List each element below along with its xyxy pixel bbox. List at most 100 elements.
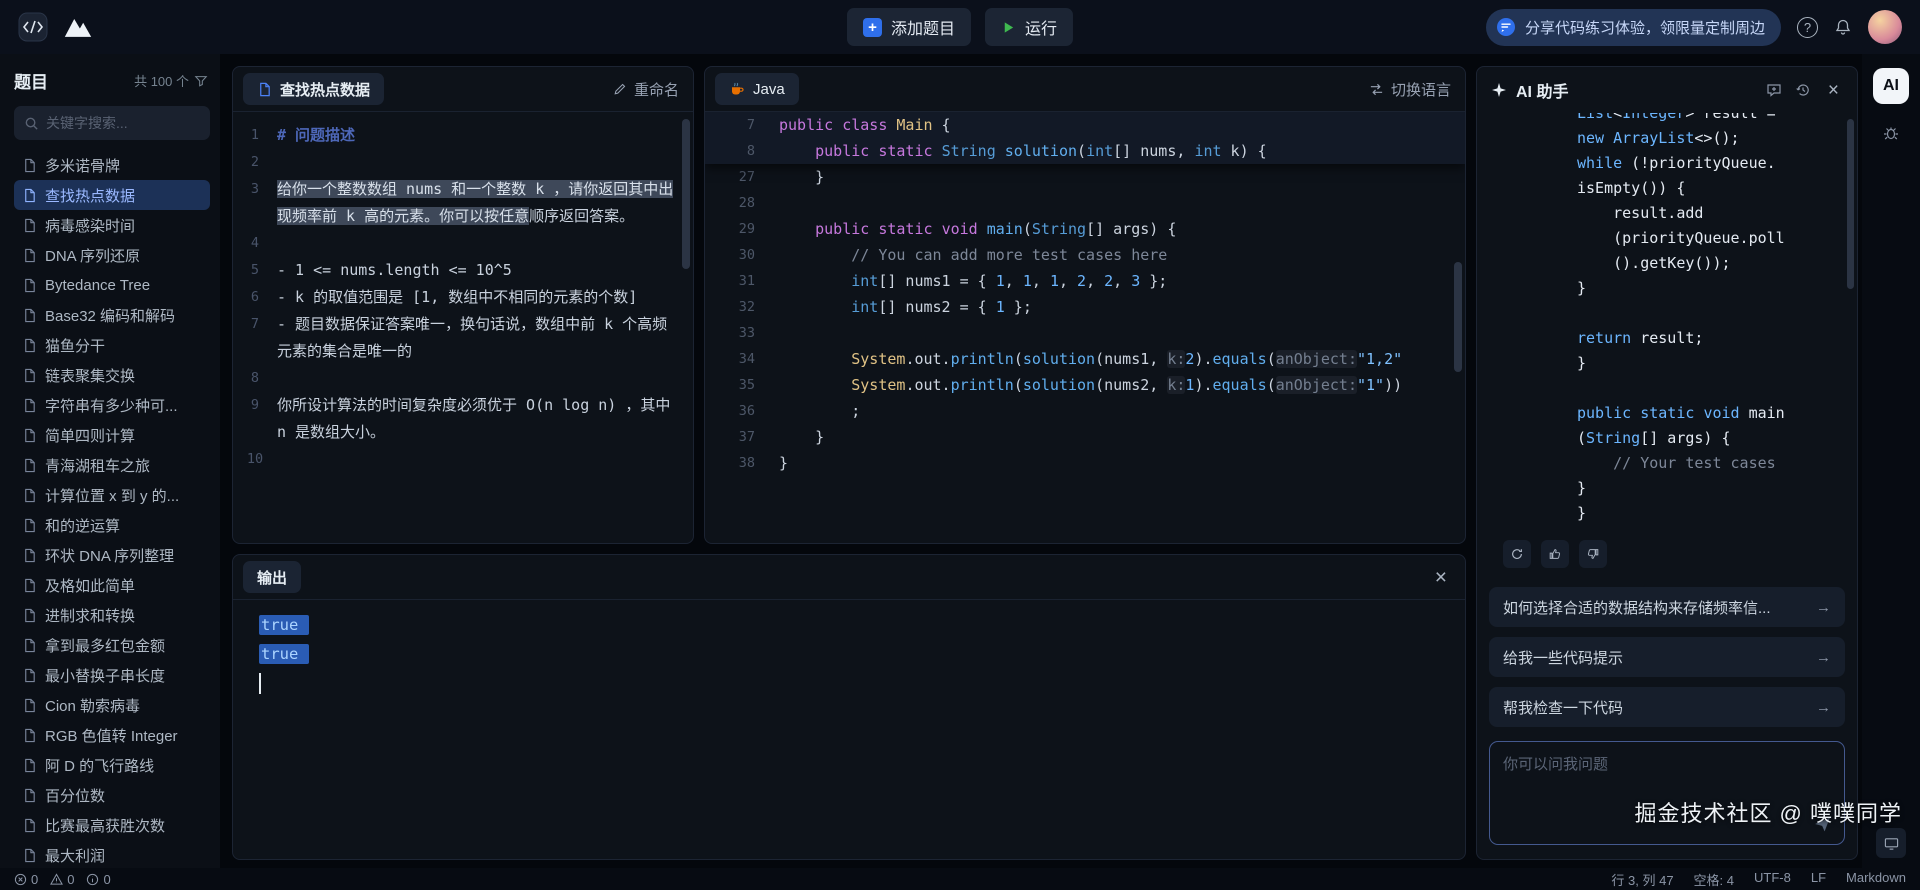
ai-scrollbar[interactable]: [1847, 119, 1854, 289]
sidebar-item[interactable]: 及格如此简单: [14, 570, 210, 600]
sidebar-item[interactable]: 简单四则计算: [14, 420, 210, 450]
ai-code-line: return result;: [1577, 326, 1857, 351]
help-button[interactable]: ?: [1797, 17, 1818, 38]
sidebar-item[interactable]: 查找热点数据: [14, 180, 210, 210]
line-text: System.out.println(solution(nums1, k:2).…: [779, 346, 1402, 372]
ai-input-box[interactable]: [1489, 741, 1845, 845]
brand-logo-icon[interactable]: [62, 15, 94, 40]
sidebar-item[interactable]: 环状 DNA 序列整理: [14, 540, 210, 570]
tab-problem[interactable]: 查找热点数据: [243, 73, 384, 105]
close-output-button[interactable]: ×: [1431, 567, 1451, 588]
java-icon: [729, 81, 745, 97]
line-number: 8: [705, 138, 779, 164]
close-ai-button[interactable]: ×: [1824, 81, 1843, 100]
thumbs-up-button[interactable]: [1541, 540, 1569, 568]
ai-suggestion-button[interactable]: 帮我检查一下代码→: [1489, 687, 1845, 727]
markdown-line: 2: [233, 149, 693, 176]
eol-sequence[interactable]: LF: [1811, 870, 1826, 889]
sidebar-item[interactable]: 百分位数: [14, 780, 210, 810]
arrow-icon: →: [1816, 649, 1831, 666]
code-editor[interactable]: 7public class Main {8 public static Stri…: [705, 112, 1465, 543]
sidebar-item[interactable]: RGB 色值转 Integer: [14, 720, 210, 750]
sidebar-item[interactable]: DNA 序列还原: [14, 240, 210, 270]
problem-content[interactable]: 1# 问题描述2 3给你一个整数数组 nums 和一个整数 k ，请你返回其中出…: [233, 112, 693, 543]
editor-scrollbar[interactable]: [1454, 262, 1462, 372]
problem-scrollbar[interactable]: [682, 119, 690, 269]
code-line: 8 public static String solution(int[] nu…: [705, 138, 1465, 164]
sidebar-item[interactable]: 多米诺骨牌: [14, 150, 210, 180]
ai-code-line: [1577, 376, 1857, 401]
tab-problem-label: 查找热点数据: [280, 79, 370, 100]
history-icon[interactable]: [1795, 82, 1811, 98]
rename-button[interactable]: 重命名: [613, 79, 679, 100]
statusbar: 0 0 0 行 3, 列 47 空格: 4 UTF-8 LF Markdown: [0, 868, 1920, 890]
sidebar-item[interactable]: 比赛最高获胜次数: [14, 810, 210, 840]
thumbs-down-button[interactable]: [1579, 540, 1607, 568]
sidebar-item[interactable]: 病毒感染时间: [14, 210, 210, 240]
language-mode[interactable]: Markdown: [1846, 870, 1906, 889]
info-icon: [86, 873, 99, 886]
document-icon: [22, 218, 37, 233]
regenerate-button[interactable]: [1503, 540, 1531, 568]
app-logo-icon[interactable]: [18, 12, 48, 42]
cursor-position[interactable]: 行 3, 列 47: [1611, 870, 1673, 889]
errors-indicator[interactable]: 0: [14, 872, 38, 887]
sidebar-item[interactable]: 阿 D 的飞行路线: [14, 750, 210, 780]
sidebar-item[interactable]: Cion 勒索病毒: [14, 690, 210, 720]
line-text: [779, 320, 788, 346]
switch-language-button[interactable]: 切换语言: [1369, 79, 1451, 100]
sidebar-item[interactable]: 最大利润: [14, 840, 210, 868]
sidebar-item[interactable]: Bytedance Tree: [14, 270, 210, 300]
indentation[interactable]: 空格: 4: [1694, 870, 1734, 889]
line-number: 3: [233, 176, 277, 203]
tab-java[interactable]: Java: [715, 73, 799, 105]
notifications-button[interactable]: [1834, 18, 1852, 36]
sidebar-item[interactable]: Base32 编码和解码: [14, 300, 210, 330]
ai-suggestion-button[interactable]: 给我一些代码提示→: [1489, 637, 1845, 677]
document-icon: [22, 188, 37, 203]
sidebar-item[interactable]: 猫鱼分干: [14, 330, 210, 360]
new-chat-button[interactable]: [1766, 82, 1782, 98]
tab-output[interactable]: 输出: [243, 561, 301, 593]
search-input[interactable]: [46, 115, 200, 131]
line-number: 4: [233, 230, 277, 257]
sidebar-item[interactable]: 拿到最多红包金额: [14, 630, 210, 660]
ai-assistant-toggle[interactable]: AI: [1873, 68, 1909, 104]
ai-question-input[interactable]: [1490, 742, 1844, 844]
encoding[interactable]: UTF-8: [1754, 870, 1791, 889]
line-text: }: [779, 450, 788, 476]
output-content[interactable]: truetrue: [233, 600, 1465, 859]
info-indicator[interactable]: 0: [86, 872, 110, 887]
line-number: 2: [233, 149, 277, 176]
ai-code-line: }: [1577, 476, 1857, 501]
sidebar-item[interactable]: 链表聚集交换: [14, 360, 210, 390]
sidebar-item-label: 拿到最多红包金额: [45, 635, 165, 656]
sidebar-item[interactable]: 进制求和转换: [14, 600, 210, 630]
filter-icon[interactable]: [194, 74, 208, 88]
sidebar-item[interactable]: 青海湖租车之旅: [14, 450, 210, 480]
sidebar-item[interactable]: 计算位置 x 到 y 的...: [14, 480, 210, 510]
ai-suggestion-button[interactable]: 如何选择合适的数据结构来存储频率信...→: [1489, 587, 1845, 627]
share-promo-banner[interactable]: 分享代码练习体验，领限量定制周边: [1486, 9, 1781, 46]
user-avatar[interactable]: [1868, 10, 1902, 44]
line-number: 34: [705, 346, 779, 372]
add-problem-button[interactable]: + 添加题目: [847, 8, 971, 46]
warning-icon: [50, 873, 63, 886]
bug-icon[interactable]: [1882, 124, 1900, 142]
sidebar-item[interactable]: 和的逆运算: [14, 510, 210, 540]
run-button[interactable]: 运行: [985, 8, 1073, 46]
search-box[interactable]: [14, 106, 210, 140]
ai-chat-area[interactable]: List<Integer> result =new ArrayList<>();…: [1477, 113, 1857, 587]
ai-code-line: while (!priorityQueue.: [1577, 151, 1857, 176]
ai-code-line: }: [1577, 276, 1857, 301]
sidebar-item[interactable]: 字符串有多少种可...: [14, 390, 210, 420]
send-icon[interactable]: [1813, 815, 1832, 834]
console-toggle-button[interactable]: [1876, 828, 1906, 858]
code-line: 29 public static void main(String[] args…: [705, 216, 1465, 242]
document-icon: [22, 638, 37, 653]
line-number: 9: [233, 392, 277, 419]
center-column: 查找热点数据 重命名 1# 问题描述2 3给你一个整数数组 nums 和一个整数…: [220, 54, 1476, 868]
sidebar-item[interactable]: 最小替换子串长度: [14, 660, 210, 690]
line-number: 35: [705, 372, 779, 398]
warnings-indicator[interactable]: 0: [50, 872, 74, 887]
